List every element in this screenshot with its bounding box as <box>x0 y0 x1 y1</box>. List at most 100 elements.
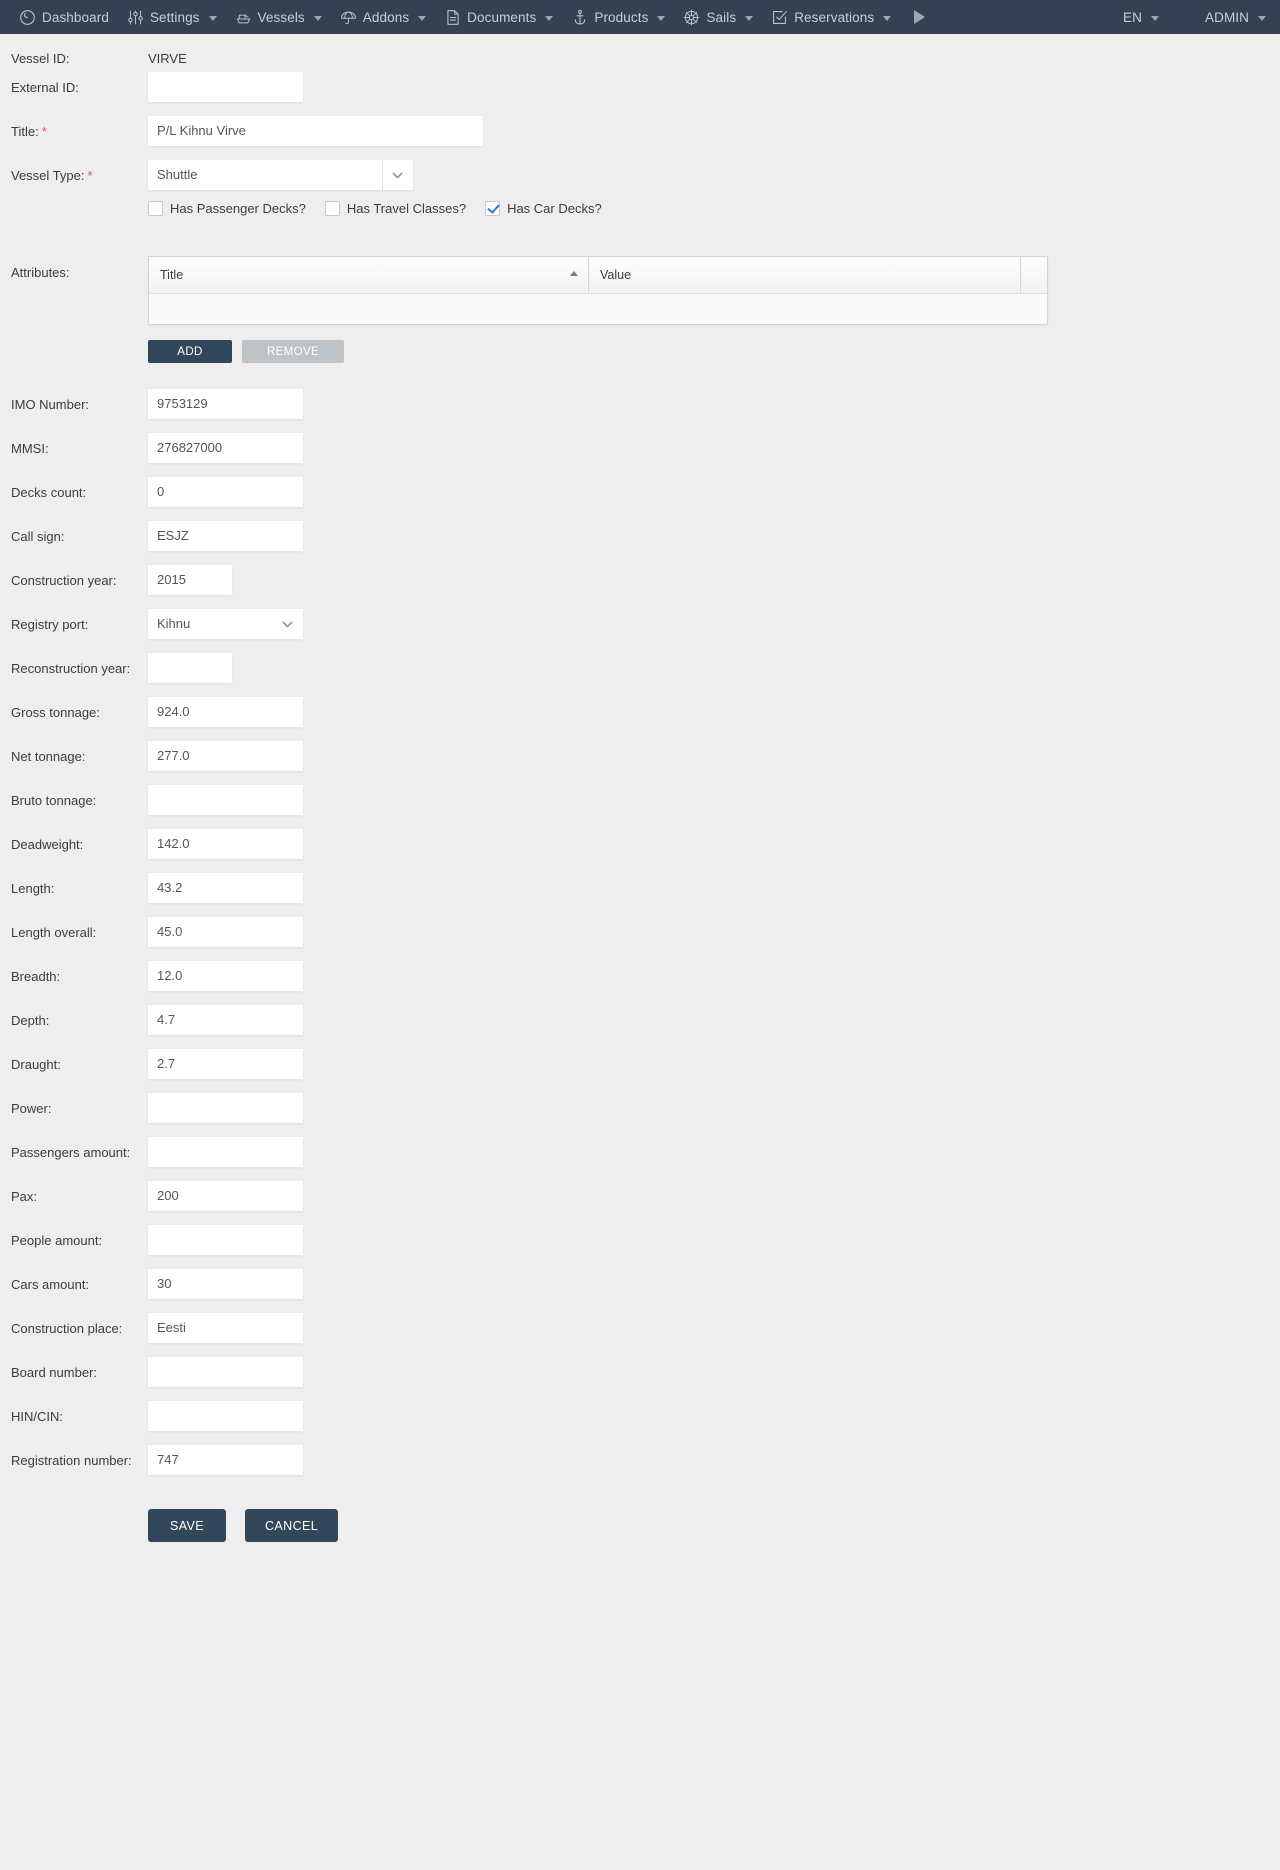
user-menu[interactable]: ADMIN <box>1196 0 1266 34</box>
draught-input[interactable] <box>148 1049 303 1079</box>
field-registration-number <box>148 1445 1280 1475</box>
checkbox-box[interactable] <box>148 201 163 216</box>
field-depth <box>148 1005 1280 1035</box>
field-length <box>148 873 1280 903</box>
nav-item-addons[interactable]: Addons <box>331 0 435 34</box>
label-external-id: External ID: <box>11 80 79 95</box>
row-power: Power: <box>0 1093 1280 1137</box>
title-input[interactable] <box>148 116 483 146</box>
pax-input[interactable] <box>148 1181 303 1211</box>
attributes-grid: Title Value <box>148 256 1048 325</box>
net-tonnage-input[interactable] <box>148 741 303 771</box>
value-vessel-id: VIRVE <box>148 51 187 66</box>
nav-item-settings[interactable]: Settings <box>118 0 226 34</box>
field-construction-place <box>148 1313 1280 1343</box>
label-vessel-type-text: Vessel Type: <box>11 168 85 183</box>
board-number-input[interactable] <box>148 1357 303 1387</box>
required-marker: * <box>87 168 93 183</box>
gross-tonnage-input[interactable] <box>148 697 303 727</box>
nav-item-products[interactable]: Products <box>562 0 674 34</box>
field-cars-amount <box>148 1269 1280 1299</box>
label-vessel-type: Vessel Type: * <box>0 160 148 184</box>
nav-item-label: Products <box>594 9 649 25</box>
registry-port-select[interactable]: Kihnu <box>148 609 303 639</box>
attributes-column-value-label: Value <box>600 268 632 282</box>
row-people-amount: People amount: <box>0 1225 1280 1269</box>
checkbox-box[interactable] <box>324 201 340 216</box>
field-mmsi <box>148 433 1280 463</box>
vessel-type-select[interactable]: Shuttle <box>148 160 413 190</box>
label-gross-tonnage: Gross tonnage: <box>11 705 100 720</box>
save-button[interactable]: SAVE <box>148 1509 226 1542</box>
passengers-amount-input[interactable] <box>148 1137 303 1167</box>
label-mmsi: MMSI: <box>11 441 49 456</box>
label-passengers-amount: Passengers amount: <box>11 1145 131 1160</box>
row-mmsi: MMSI: <box>0 433 1280 477</box>
user-label: ADMIN <box>1205 9 1249 25</box>
breadth-input[interactable] <box>148 961 303 991</box>
construction-place-input[interactable] <box>148 1313 303 1343</box>
chevron-down-icon <box>745 15 754 21</box>
nav-item-vessels[interactable]: Vessels <box>226 0 331 34</box>
row-external-id: External ID: <box>0 72 1280 116</box>
add-attribute-button[interactable]: ADD <box>148 340 232 363</box>
reconstruction-year-input[interactable] <box>148 653 232 683</box>
cancel-button[interactable]: CANCEL <box>245 1509 339 1542</box>
play-icon[interactable] <box>914 10 926 24</box>
language-selector[interactable]: EN <box>1114 0 1168 34</box>
checkbox-has-travel-classes[interactable]: Has Travel Classes? <box>324 201 466 216</box>
chevron-down-icon <box>208 15 217 21</box>
cars-amount-input[interactable] <box>148 1269 303 1299</box>
nav-item-label: Addons <box>362 9 410 25</box>
field-passengers-amount <box>148 1137 1280 1167</box>
attributes-column-title[interactable]: Title <box>149 257 589 293</box>
checkbox-has-passenger-decks[interactable]: Has Passenger Decks? <box>148 201 306 216</box>
decks-count-input[interactable] <box>148 477 303 507</box>
deadweight-input[interactable] <box>148 829 303 859</box>
length-input[interactable] <box>148 873 303 903</box>
nav-item-dashboard[interactable]: Dashboard <box>10 0 118 34</box>
attributes-button-row: ADD REMOVE <box>148 325 1280 363</box>
call-sign-input[interactable] <box>148 521 303 551</box>
row-bruto-tonnage: Bruto tonnage: <box>0 785 1280 829</box>
mmsi-input[interactable] <box>148 433 303 463</box>
checkbox-has-car-decks[interactable]: Has Car Decks? <box>485 201 602 216</box>
external-id-input[interactable] <box>148 72 303 102</box>
row-registration-number: Registration number: <box>0 1445 1280 1489</box>
top-navigation-bar: Dashboard Settings Vessels Addons Documents P… <box>0 0 1280 34</box>
label-registry-port: Registry port: <box>11 617 89 632</box>
label-people-amount: People amount: <box>11 1233 103 1248</box>
nav-item-reservations[interactable]: Reservations <box>762 0 900 34</box>
registration-number-input[interactable] <box>148 1445 303 1475</box>
hin-cin-input[interactable] <box>148 1401 303 1431</box>
field-net-tonnage <box>148 741 1280 771</box>
field-call-sign <box>148 521 1280 551</box>
people-amount-input[interactable] <box>148 1225 303 1255</box>
chevron-down-icon <box>883 15 892 21</box>
label-reconstruction-year: Reconstruction year: <box>11 661 131 676</box>
imo-number-input[interactable] <box>148 389 303 419</box>
bruto-tonnage-input[interactable] <box>148 785 303 815</box>
depth-input[interactable] <box>148 1005 303 1035</box>
power-input[interactable] <box>148 1093 303 1123</box>
vessel-type-value: Shuttle <box>157 167 198 182</box>
row-gross-tonnage: Gross tonnage: <box>0 697 1280 741</box>
row-pax: Pax: <box>0 1181 1280 1225</box>
checkbox-box[interactable] <box>485 201 501 216</box>
construction-year-input[interactable] <box>148 565 232 595</box>
label-pax: Pax: <box>11 1189 38 1204</box>
chevron-down-icon <box>418 15 427 21</box>
label-cars-amount: Cars amount: <box>11 1277 90 1292</box>
length-overall-input[interactable] <box>148 917 303 947</box>
attributes-column-actions[interactable] <box>1021 257 1047 293</box>
field-bruto-tonnage <box>148 785 1280 815</box>
label-bruto-tonnage: Bruto tonnage: <box>11 793 97 808</box>
row-attributes: Attributes: Title Value ADD REMOVE <box>0 234 1280 363</box>
row-breadth: Breadth: <box>0 961 1280 1005</box>
nav-item-documents[interactable]: Documents <box>435 0 562 34</box>
nav-item-sails[interactable]: Sails <box>674 0 762 34</box>
row-length-overall: Length overall: <box>0 917 1280 961</box>
sort-ascending-icon <box>570 271 578 276</box>
remove-attribute-button[interactable]: REMOVE <box>242 340 344 363</box>
attributes-column-value[interactable]: Value <box>589 257 1021 293</box>
